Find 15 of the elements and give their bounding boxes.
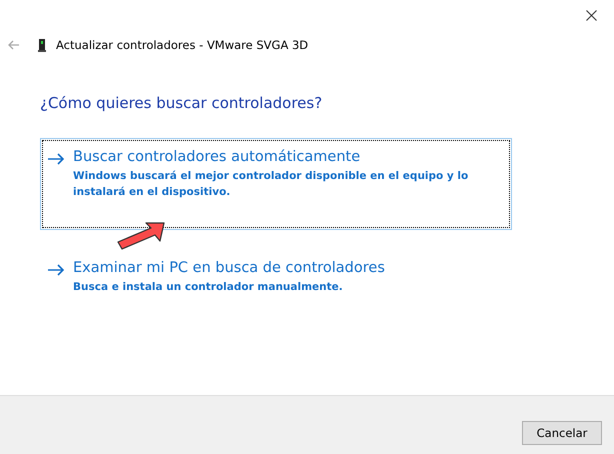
option-title: Examinar mi PC en busca de controladores: [73, 260, 385, 276]
close-icon: [586, 10, 596, 20]
option-description: Busca e instala un controlador manualmente.: [73, 280, 344, 295]
arrow-icon: [47, 264, 65, 276]
heading: ¿Cómo quieres buscar controladores?: [40, 94, 324, 112]
window-title: Actualizar controladores - VMware SVGA 3D: [56, 38, 308, 52]
cancel-button[interactable]: Cancelar: [522, 421, 602, 445]
arrow-icon: [47, 153, 65, 165]
pointer-arrow: [116, 222, 166, 250]
option-title: Buscar controladores automáticamente: [73, 149, 362, 165]
option-description: Windows buscará el mejor controlador disponible en el equipo y lo instalará en el dispositivo.: [73, 169, 470, 200]
device-icon: [38, 38, 46, 52]
driver-option[interactable]: Examinar mi PC en busca de controladores Busca e instala un controlador manualmente.: [40, 249, 512, 320]
driver-option[interactable]: Buscar controladores automáticamente Windows buscará el mejor controlador disponible en el equipo y lo instalará en el dispositivo.: [40, 138, 512, 230]
back-icon: [8, 40, 20, 50]
